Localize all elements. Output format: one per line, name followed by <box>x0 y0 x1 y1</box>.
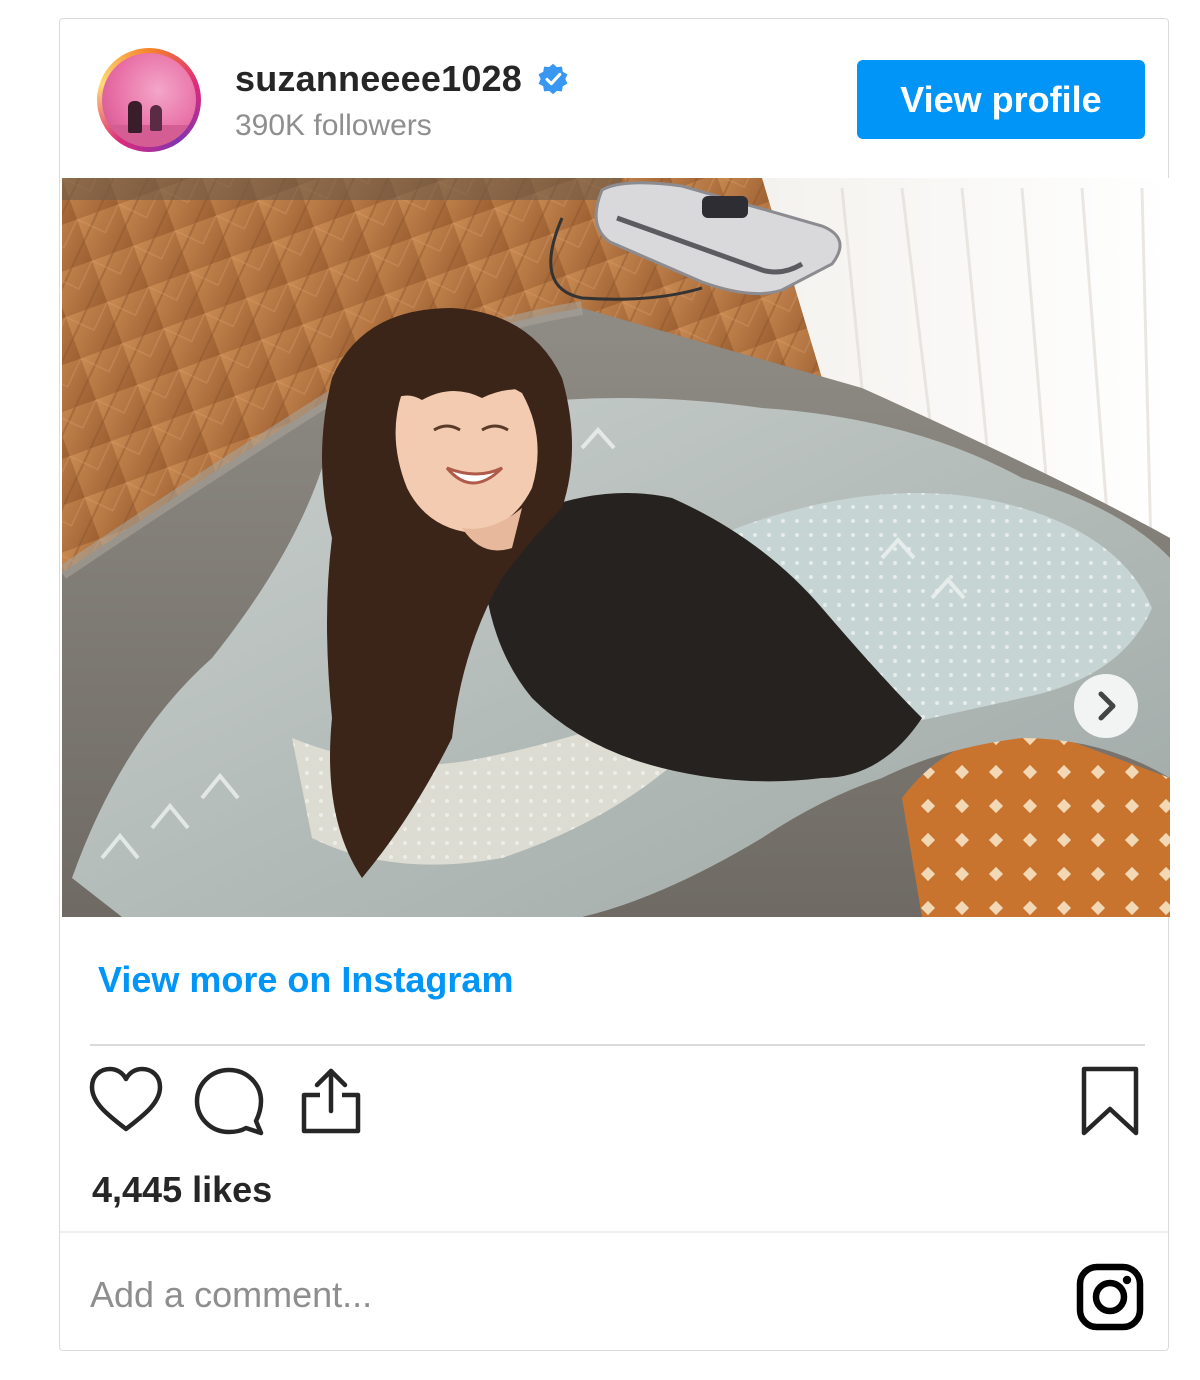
avatar[interactable] <box>97 48 201 152</box>
bookmark-icon <box>1081 1066 1139 1136</box>
view-more-link[interactable]: View more on Instagram <box>98 959 513 1001</box>
bookmark-button[interactable] <box>1078 1065 1142 1140</box>
like-count: 4,445 likes <box>92 1169 273 1210</box>
heart-icon <box>89 1066 163 1132</box>
carousel-next-button[interactable] <box>1074 674 1138 738</box>
comment-button[interactable] <box>192 1065 266 1140</box>
post-photo[interactable] <box>62 178 1170 917</box>
divider <box>60 1231 1168 1233</box>
photo-illustration <box>62 178 1170 917</box>
instagram-embed-card: suzanneeee1028 390K followers View profi… <box>59 18 1170 1351</box>
verified-badge-icon <box>538 63 568 95</box>
instagram-icon <box>1076 1263 1144 1331</box>
follower-count: 390K followers <box>235 109 432 142</box>
instagram-logo-button[interactable] <box>1076 1263 1144 1334</box>
action-bar <box>88 1065 1148 1141</box>
share-button[interactable] <box>298 1065 364 1140</box>
username-row: suzanneeee1028 <box>235 58 570 100</box>
post-header: suzanneeee1028 390K followers View profi… <box>60 19 1168 179</box>
like-button[interactable] <box>88 1065 164 1138</box>
view-profile-button[interactable]: View profile <box>857 60 1145 139</box>
avatar-image <box>102 53 196 147</box>
chevron-right-icon <box>1098 691 1116 721</box>
comment-input[interactable] <box>88 1259 992 1331</box>
comment-icon <box>194 1067 264 1136</box>
username[interactable]: suzanneeee1028 <box>235 58 522 100</box>
share-icon <box>301 1068 361 1134</box>
divider <box>90 1044 1145 1046</box>
